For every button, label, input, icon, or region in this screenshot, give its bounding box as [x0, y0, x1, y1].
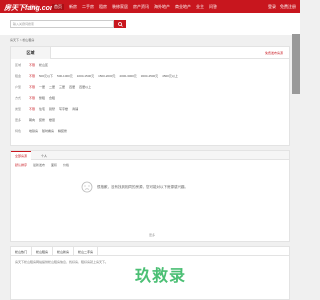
login-link[interactable]: 登录 — [268, 4, 276, 10]
filter-option[interactable]: 装修 — [39, 118, 45, 122]
nav-item-new[interactable]: 新房 — [69, 4, 77, 10]
city-selector[interactable]: 松山 — [30, 4, 38, 10]
filter-label: 类型 — [15, 107, 22, 111]
filter-option[interactable]: 1500-2000元 — [98, 74, 115, 78]
filter-panel: 区域 免费发布房源 区域 不限 松山区 租金 不限 500元以下 500-100… — [10, 46, 290, 146]
results-panel: 全部房源 个人 默认排序 最新发布 面积 价格 很抱歉，没有找到相同的房源，您可… — [10, 150, 290, 242]
filter-option[interactable]: 500-1000元 — [57, 74, 73, 78]
floating-sidebar[interactable] — [292, 34, 300, 94]
sort-default[interactable]: 默认排序 — [15, 163, 27, 167]
filter-label: 方式 — [15, 96, 22, 100]
filter-option[interactable]: 不限 — [29, 85, 35, 89]
search-button[interactable] — [114, 20, 126, 28]
filter-tabs: 区域 免费发布房源 — [11, 47, 289, 59]
filter-row-price: 租金 不限 500元以下 500-1000元 1000-1500元 1500-2… — [15, 74, 178, 78]
filter-option[interactable]: 一居 — [39, 85, 45, 89]
filter-option[interactable]: 2000-3000元 — [119, 74, 136, 78]
filter-option[interactable]: 住宅 — [39, 107, 45, 111]
register-link[interactable]: 免费注册 — [280, 4, 296, 10]
tab-rent[interactable]: 松山租房 — [32, 247, 54, 255]
filter-row-layout: 户型 不限 一居 二居 三居 四居 四居以上 — [15, 85, 91, 89]
filter-label: 区域 — [15, 63, 22, 67]
filter-label: 租金 — [15, 74, 22, 78]
filter-row-mode: 方式 不限 整租 合租 — [15, 96, 55, 100]
nav-item-overseas[interactable]: 海外地产 — [154, 4, 170, 10]
tab-personal[interactable]: 个人 — [37, 151, 51, 160]
filter-option[interactable]: 4500元以上 — [162, 74, 178, 78]
filter-option[interactable]: 三居 — [59, 85, 65, 89]
filter-option[interactable]: 松山区 — [39, 63, 48, 67]
filter-option[interactable]: 合租 — [49, 96, 55, 100]
search-icon — [117, 21, 123, 27]
nav-item-news[interactable]: 房产资讯 — [133, 4, 149, 10]
filter-option[interactable]: 四居以上 — [79, 85, 91, 89]
main-nav: 首页 新房 二手房 租房 装修家居 房产资讯 海外地产 商业地产 业主 问答 — [52, 4, 217, 10]
nav-item-home[interactable]: 首页 — [52, 4, 64, 10]
search-input[interactable]: 输入关键词搜索 — [10, 20, 114, 28]
empty-state: 很抱歉，没有找到相同的房源，您可能对以下房源感兴趣。 — [81, 181, 227, 193]
filter-option[interactable]: 商铺 — [72, 107, 78, 111]
tab-new[interactable]: 松山新房 — [53, 247, 75, 255]
links-tabs: 松山热门 松山租房 松山新房 松山二手房 — [11, 247, 289, 256]
search-row: 输入关键词搜索 — [0, 13, 300, 35]
breadcrumb: 房天下 > 松山租房 — [10, 38, 35, 42]
nav-item-second[interactable]: 二手房 — [82, 4, 94, 10]
filter-option[interactable]: 精装修 — [58, 129, 67, 133]
filter-row-feature: 特色 地铁房 随时看房 精装修 — [15, 129, 67, 133]
results-tabs: 全部房源 个人 — [11, 151, 289, 160]
nav-item-owner[interactable]: 业主 — [196, 4, 204, 10]
filter-option[interactable]: 随时看房 — [42, 129, 54, 133]
publish-link[interactable]: 免费发布房源 — [265, 51, 283, 55]
top-navigation-bar: 房天下fang.com 松山 首页 新房 二手房 租房 装修家居 房产资讯 海外… — [0, 0, 300, 13]
watermark: 玖救录 — [135, 268, 187, 285]
sort-row: 默认排序 最新发布 面积 价格 — [15, 163, 69, 167]
filter-option[interactable]: 朝向 — [29, 118, 35, 122]
tab-hot[interactable]: 松山热门 — [11, 247, 33, 255]
filter-option[interactable]: 不限 — [29, 96, 35, 100]
tab-region[interactable]: 区域 — [11, 47, 51, 59]
nav-item-commercial[interactable]: 商业地产 — [175, 4, 191, 10]
filter-option[interactable]: 四居 — [69, 85, 75, 89]
more-link[interactable]: 更多 — [149, 233, 155, 237]
filter-option[interactable]: 别墅 — [49, 107, 55, 111]
sort-price[interactable]: 价格 — [63, 163, 69, 167]
top-right-links: 登录 免费注册 — [268, 4, 296, 10]
filter-option[interactable]: 不限 — [29, 74, 35, 78]
empty-message: 很抱歉，没有找到相同的房源，您可能对以下房源感兴趣。 — [97, 184, 188, 189]
filter-row-region: 区域 不限 松山区 — [15, 63, 48, 67]
filter-label: 户型 — [15, 85, 22, 89]
filter-option[interactable]: 1000-1500元 — [77, 74, 94, 78]
nav-item-qa[interactable]: 问答 — [209, 4, 217, 10]
filter-label: 特色 — [15, 129, 22, 133]
nav-item-rent[interactable]: 租房 — [99, 4, 107, 10]
filter-option[interactable]: 楼层 — [49, 118, 55, 122]
filter-label: 更多 — [15, 118, 22, 122]
tab-second-hand[interactable]: 松山二手房 — [74, 247, 99, 255]
nav-item-decor[interactable]: 装修家居 — [112, 4, 128, 10]
filter-option[interactable]: 整租 — [39, 96, 45, 100]
filter-option[interactable]: 500元以下 — [39, 74, 53, 78]
sort-latest[interactable]: 最新发布 — [33, 163, 45, 167]
filter-option[interactable]: 写字楼 — [59, 107, 68, 111]
filter-option[interactable]: 不限 — [29, 107, 35, 111]
filter-row-more: 更多 朝向 装修 楼层 — [15, 118, 55, 122]
filter-option[interactable]: 不限 — [29, 63, 35, 67]
sad-face-icon — [81, 181, 93, 193]
tab-all-listings[interactable]: 全部房源 — [11, 151, 32, 160]
filter-option[interactable]: 二居 — [49, 85, 55, 89]
sort-area[interactable]: 面积 — [51, 163, 57, 167]
filter-option[interactable]: 地铁房 — [29, 129, 38, 133]
filter-row-type: 类型 不限 住宅 别墅 写字楼 商铺 — [15, 107, 78, 111]
filter-option[interactable]: 3000-4500元 — [141, 74, 158, 78]
